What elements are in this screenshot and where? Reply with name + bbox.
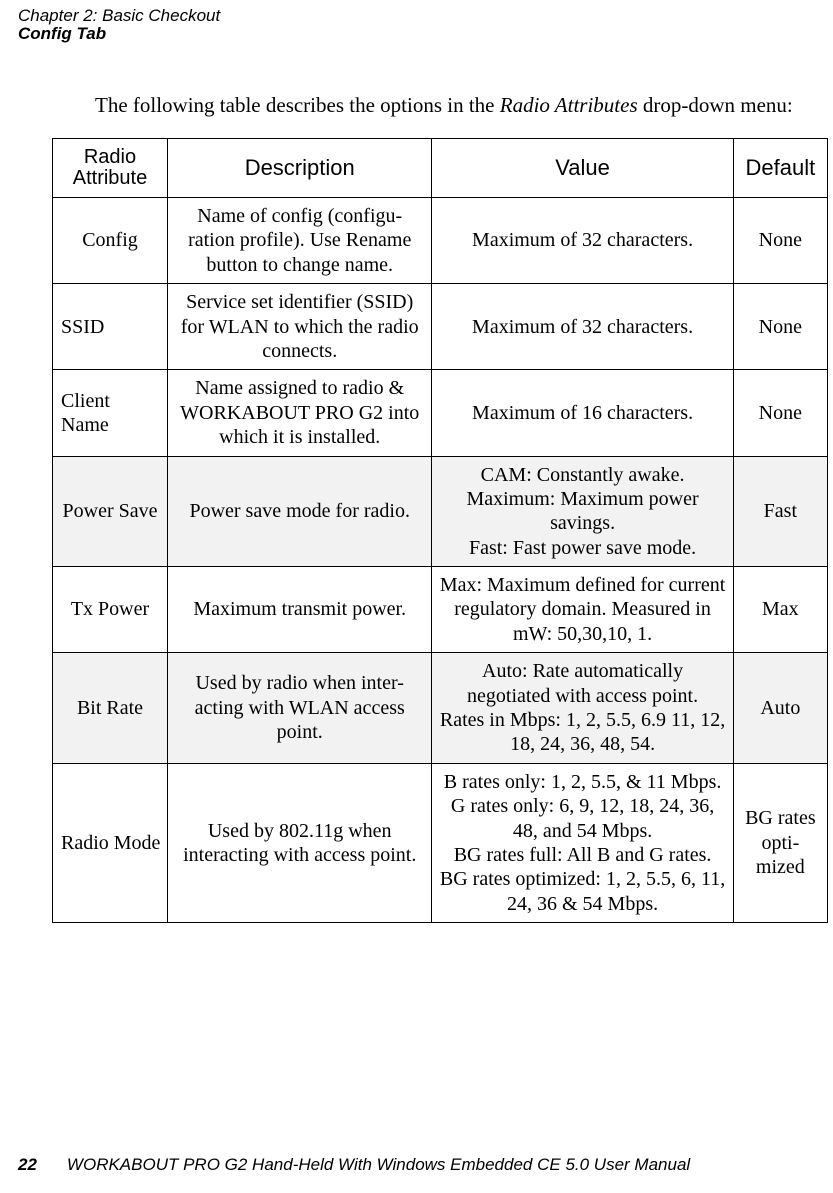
cell-description: Service set identifier (SSID) for WLAN t… <box>167 284 431 370</box>
cell-attribute: Power Save <box>53 456 168 567</box>
table-row: Tx PowerMaximum transmit power.Max: Maxi… <box>53 567 828 653</box>
cell-description: Name assigned to radio & WORKABOUT PRO G… <box>167 370 431 456</box>
th-attribute: Radio Attribute <box>53 139 168 198</box>
table-row: Bit RateUsed by radio when inter-acting … <box>53 653 828 764</box>
cell-default: BG rates opti-mized <box>733 763 827 922</box>
cell-attribute: Config <box>53 198 168 284</box>
chapter-line: Chapter 2: Basic Checkout <box>18 6 220 26</box>
radio-attributes-table: Radio Attribute Description Value Defaul… <box>52 138 828 923</box>
cell-value: Auto: Rate automatically negotiated with… <box>432 653 733 764</box>
cell-default: Max <box>733 567 827 653</box>
cell-description: Power save mode for radio. <box>167 456 431 567</box>
table-row: ConfigName of config (configu-ration pro… <box>53 198 828 284</box>
cell-description: Used by radio when inter-acting with WLA… <box>167 653 431 764</box>
intro-paragraph: The following table describes the option… <box>95 92 828 119</box>
cell-attribute: Radio Mode <box>53 763 168 922</box>
cell-default: Fast <box>733 456 827 567</box>
cell-value: Max: Maximum defined for current regulat… <box>432 567 733 653</box>
cell-value: Maximum of 32 characters. <box>432 284 733 370</box>
cell-value: Maximum of 32 characters. <box>432 198 733 284</box>
cell-description: Name of config (configu-ration profile).… <box>167 198 431 284</box>
table-row: Radio ModeUsed by 802.11g when interacti… <box>53 763 828 922</box>
table-row: SSIDService set identifier (SSID) for WL… <box>53 284 828 370</box>
cell-value: B rates only: 1, 2, 5.5, & 11 Mbps.G rat… <box>432 763 733 922</box>
th-description: Description <box>167 139 431 198</box>
cell-attribute: SSID <box>53 284 168 370</box>
cell-attribute: Tx Power <box>53 567 168 653</box>
table-header-row: Radio Attribute Description Value Defaul… <box>53 139 828 198</box>
table-row: Power SavePower save mode for radio.CAM:… <box>53 456 828 567</box>
cell-attribute: Bit Rate <box>53 653 168 764</box>
section-line: Config Tab <box>18 24 220 44</box>
cell-description: Used by 802.11g when interacting with ac… <box>167 763 431 922</box>
cell-default: None <box>733 284 827 370</box>
page-footer: 22 WORKABOUT PRO G2 Hand-Held With Window… <box>18 1155 690 1175</box>
intro-emphasis: Radio Attributes <box>500 93 638 117</box>
cell-attribute: Client Name <box>53 370 168 456</box>
intro-prefix: The following table describes the option… <box>95 93 500 117</box>
cell-description: Maximum transmit power. <box>167 567 431 653</box>
table-row: Client NameName assigned to radio & WORK… <box>53 370 828 456</box>
th-default: Default <box>733 139 827 198</box>
cell-default: Auto <box>733 653 827 764</box>
cell-default: None <box>733 370 827 456</box>
intro-suffix: drop-down menu: <box>638 93 793 117</box>
page-header: Chapter 2: Basic Checkout Config Tab <box>18 6 220 44</box>
cell-value: CAM: Constantly awake.Maximum: Maximum p… <box>432 456 733 567</box>
page-number: 22 <box>18 1155 37 1174</box>
cell-value: Maximum of 16 characters. <box>432 370 733 456</box>
th-value: Value <box>432 139 733 198</box>
cell-default: None <box>733 198 827 284</box>
footer-text: WORKABOUT PRO G2 Hand-Held With Windows … <box>67 1155 690 1174</box>
